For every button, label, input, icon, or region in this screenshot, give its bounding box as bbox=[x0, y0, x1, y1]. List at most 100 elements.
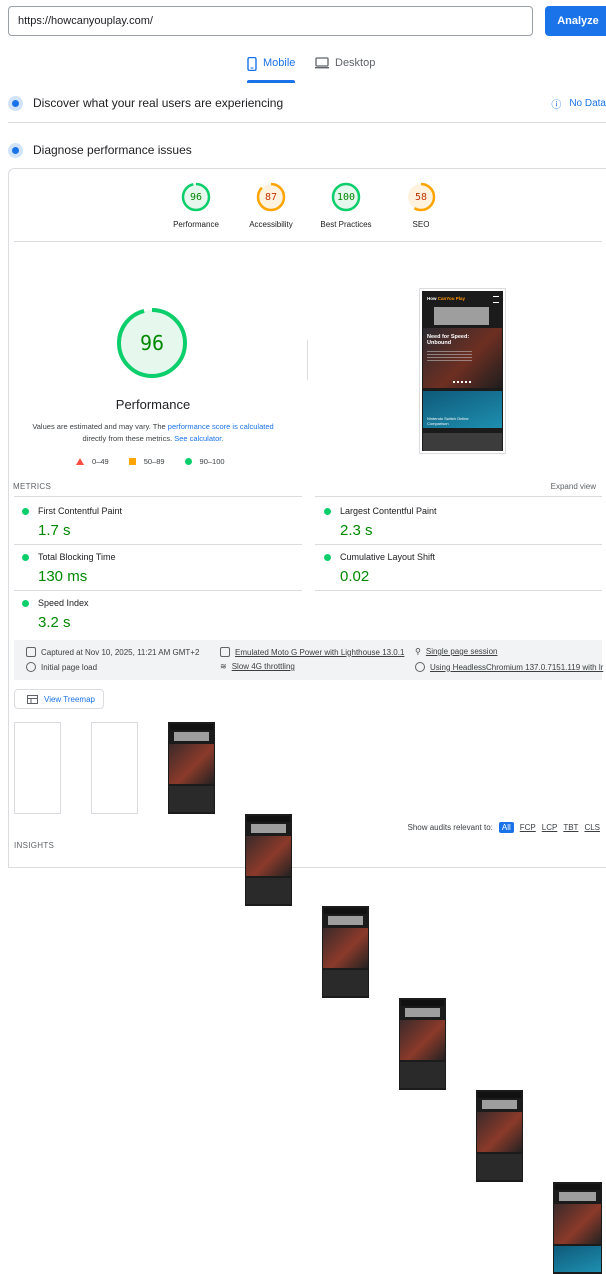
next-card bbox=[423, 433, 502, 451]
legend-average: 50–89 bbox=[128, 457, 165, 466]
pass-dot-icon bbox=[324, 507, 331, 515]
gauge-performance[interactable]: 96 Performance bbox=[166, 182, 226, 229]
filmstrip-frame bbox=[476, 1090, 523, 1182]
session-text[interactable]: Single page session bbox=[426, 647, 498, 656]
gauge-best-practices[interactable]: 100 Best Practices bbox=[316, 182, 376, 229]
metric-cls: Cumulative Layout Shift 0.02 bbox=[324, 552, 435, 585]
browser-icon bbox=[415, 662, 425, 672]
site-logo: How CanYou Play bbox=[427, 296, 465, 301]
calculator-link[interactable]: See calculator. bbox=[174, 434, 223, 443]
divider bbox=[315, 590, 602, 591]
run-device: Emulated Moto G Power with Lighthouse 13… bbox=[220, 647, 404, 657]
load-text: Initial page load bbox=[41, 662, 98, 672]
filmstrip-frame bbox=[322, 906, 369, 998]
main-gauge-label: Performance bbox=[115, 397, 191, 412]
filter-cls[interactable]: CLS bbox=[584, 823, 600, 832]
metric-fcp-name: First Contentful Paint bbox=[38, 506, 123, 516]
tab-desktop[interactable]: Desktop bbox=[315, 52, 375, 83]
score-calc-link[interactable]: performance score is calculated bbox=[168, 422, 274, 431]
tab-mobile-label: Mobile bbox=[263, 57, 296, 69]
metric-si: Speed Index 3.2 s bbox=[22, 598, 89, 631]
gauge-seo-score: 58 bbox=[414, 191, 428, 203]
tab-mobile[interactable]: Mobile bbox=[247, 52, 296, 83]
divider bbox=[14, 544, 302, 545]
divider bbox=[315, 544, 602, 545]
main-performance-gauge: 96 bbox=[115, 306, 189, 380]
final-screenshot[interactable]: How CanYou Play Need for Speed: Unbound … bbox=[419, 288, 506, 454]
legend-good-label: 90–100 bbox=[199, 457, 225, 466]
category-gauges: 96 Performance 87 Accessibility 100 Best… bbox=[166, 182, 451, 229]
filmstrip-frame bbox=[14, 722, 61, 814]
gauge-separator bbox=[307, 340, 308, 380]
view-treemap-button[interactable]: View Treemap bbox=[14, 689, 104, 709]
pass-dot-icon bbox=[22, 507, 29, 515]
gauge-seo-label: SEO bbox=[412, 220, 430, 229]
score-note: Values are estimated and may vary. The p… bbox=[20, 421, 286, 445]
legend-bad: 0–49 bbox=[76, 457, 109, 466]
calendar-icon bbox=[26, 647, 36, 657]
url-input[interactable] bbox=[8, 6, 533, 36]
gauge-best-practices-score: 100 bbox=[336, 191, 356, 203]
hamburger-icon bbox=[493, 296, 499, 303]
metric-lcp: Largest Contentful Paint 2.3 s bbox=[324, 506, 437, 539]
pass-dot-icon bbox=[22, 599, 29, 607]
browser-text[interactable]: Using HeadlessChromium 137.0.7151.119 wi… bbox=[430, 663, 603, 672]
info-icon: ⓘ bbox=[551, 100, 562, 111]
gauge-accessibility-label: Accessibility bbox=[249, 220, 293, 229]
run-session: ⚲ Single page session bbox=[415, 647, 497, 656]
no-data-link[interactable]: ⓘ No Data bbox=[551, 96, 606, 111]
diagnose-icon bbox=[8, 142, 23, 158]
diagnose-header: Diagnose performance issues bbox=[8, 141, 606, 159]
no-data-label: No Data bbox=[569, 98, 606, 109]
filter-tbt[interactable]: TBT bbox=[563, 823, 578, 832]
captured-text: Captured at Nov 10, 2025, 11:21 AM GMT+2 bbox=[41, 647, 200, 657]
note-prefix: Values are estimated and may vary. The bbox=[32, 422, 168, 431]
legend-good: 90–100 bbox=[184, 457, 225, 466]
hero-text bbox=[427, 351, 472, 361]
run-captured: Captured at Nov 10, 2025, 11:21 AM GMT+2 bbox=[26, 647, 199, 657]
legend-bad-label: 0–49 bbox=[92, 457, 109, 466]
gauge-accessibility[interactable]: 87 Accessibility bbox=[241, 182, 301, 229]
gauge-seo[interactable]: 58 SEO bbox=[391, 182, 451, 229]
run-throttle: ≋ Slow 4G throttling bbox=[220, 662, 295, 671]
device-icon bbox=[220, 647, 230, 657]
filmstrip-frame bbox=[91, 722, 138, 814]
metric-lcp-name: Largest Contentful Paint bbox=[340, 506, 437, 516]
metrics-title: METRICS bbox=[13, 482, 52, 491]
filmstrip-frame bbox=[553, 1182, 602, 1274]
filmstrip-frame bbox=[168, 722, 215, 814]
card-title: Nintendo Switch Online Comparison bbox=[427, 416, 469, 426]
divider bbox=[8, 122, 606, 123]
audit-filter-label: Show audits relevant to: bbox=[407, 823, 493, 832]
pass-dot-icon bbox=[324, 553, 331, 561]
filter-lcp[interactable]: LCP bbox=[542, 823, 558, 832]
insights-title: INSIGHTS bbox=[14, 841, 55, 850]
field-data-header: Discover what your real users are experi… bbox=[8, 94, 606, 112]
throttle-text[interactable]: Slow 4G throttling bbox=[232, 662, 295, 671]
circle-icon bbox=[184, 458, 192, 465]
divider bbox=[315, 496, 602, 497]
note-middle: directly from these metrics. bbox=[82, 434, 175, 443]
metric-cls-name: Cumulative Layout Shift bbox=[340, 552, 436, 562]
analyze-button[interactable]: Analyze bbox=[545, 6, 606, 36]
device-text[interactable]: Emulated Moto G Power with Lighthouse 13… bbox=[235, 648, 404, 657]
metric-si-value: 3.2 s bbox=[38, 614, 71, 631]
treemap-label: View Treemap bbox=[44, 694, 95, 704]
main-score: 96 bbox=[139, 331, 165, 355]
metric-tbt: Total Blocking Time 130 ms bbox=[22, 552, 116, 585]
metric-fcp: First Contentful Paint 1.7 s bbox=[22, 506, 122, 539]
metric-tbt-name: Total Blocking Time bbox=[38, 552, 116, 562]
filter-all[interactable]: All bbox=[498, 822, 514, 833]
legend-average-label: 50–89 bbox=[143, 457, 165, 466]
ad-placeholder bbox=[434, 307, 489, 325]
metric-cls-value: 0.02 bbox=[340, 568, 370, 585]
expand-view-toggle[interactable]: Expand view bbox=[551, 482, 596, 491]
metric-fcp-value: 1.7 s bbox=[38, 522, 71, 539]
tab-desktop-label: Desktop bbox=[335, 57, 376, 69]
filmstrip-frame bbox=[399, 998, 446, 1090]
square-icon bbox=[128, 458, 136, 465]
run-browser: Using HeadlessChromium 137.0.7151.119 wi… bbox=[415, 662, 603, 672]
filter-fcp[interactable]: FCP bbox=[520, 823, 536, 832]
filmstrip-frame bbox=[245, 814, 292, 906]
divider bbox=[14, 241, 602, 242]
